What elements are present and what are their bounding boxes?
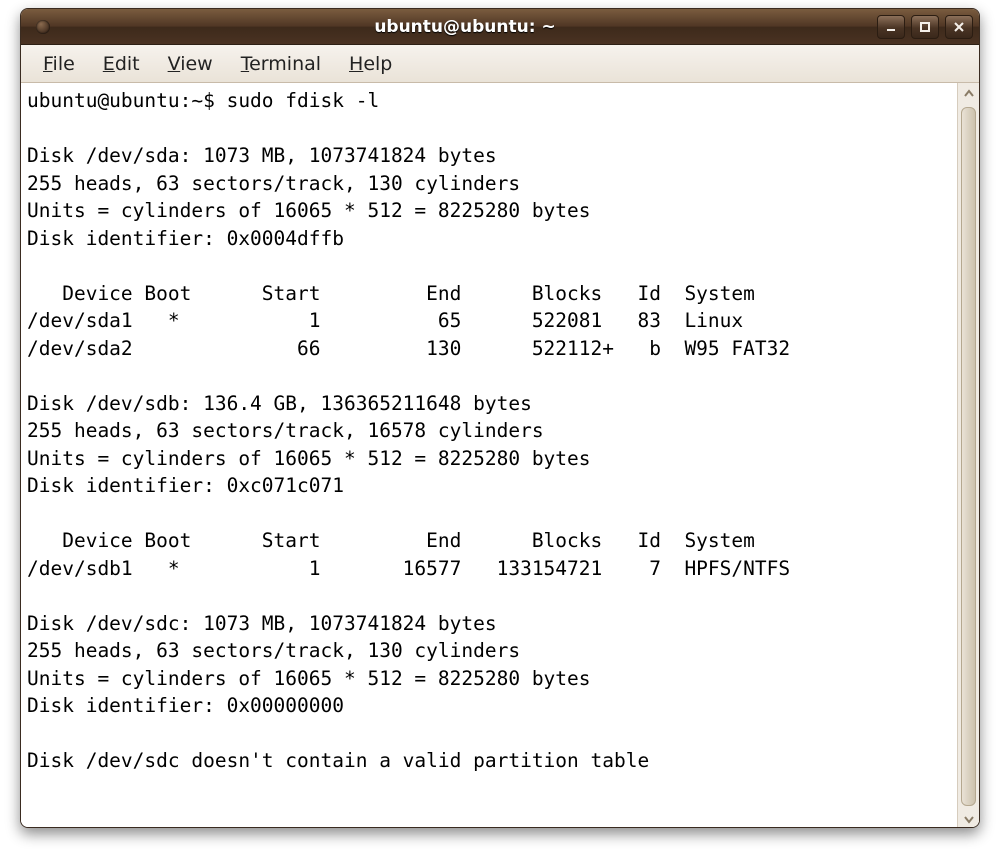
- minimize-button[interactable]: [877, 15, 905, 39]
- menu-file[interactable]: File: [29, 49, 89, 79]
- menu-help[interactable]: Help: [335, 49, 406, 79]
- window-title: ubuntu@ubuntu: ~: [53, 17, 877, 37]
- maximize-button[interactable]: [911, 15, 939, 39]
- window-icon: [33, 17, 53, 37]
- scroll-thumb[interactable]: [961, 107, 976, 806]
- menu-edit[interactable]: Edit: [89, 49, 154, 79]
- close-icon: [953, 21, 965, 33]
- scrollbar[interactable]: [957, 83, 979, 828]
- maximize-icon: [919, 21, 931, 33]
- terminal-window: ubuntu@ubuntu: ~ File Edit View Terminal…: [20, 8, 980, 828]
- menu-view[interactable]: View: [154, 49, 227, 79]
- window-controls: [877, 15, 973, 39]
- titlebar[interactable]: ubuntu@ubuntu: ~: [21, 9, 979, 45]
- close-button[interactable]: [945, 15, 973, 39]
- menubar: File Edit View Terminal Help: [21, 45, 979, 83]
- scroll-up-icon[interactable]: [958, 83, 979, 105]
- terminal-output[interactable]: ubuntu@ubuntu:~$ sudo fdisk -l Disk /dev…: [21, 83, 957, 828]
- terminal-area: ubuntu@ubuntu:~$ sudo fdisk -l Disk /dev…: [21, 83, 979, 828]
- menu-terminal[interactable]: Terminal: [227, 49, 335, 79]
- scroll-down-icon[interactable]: [958, 808, 979, 828]
- minimize-icon: [885, 21, 897, 33]
